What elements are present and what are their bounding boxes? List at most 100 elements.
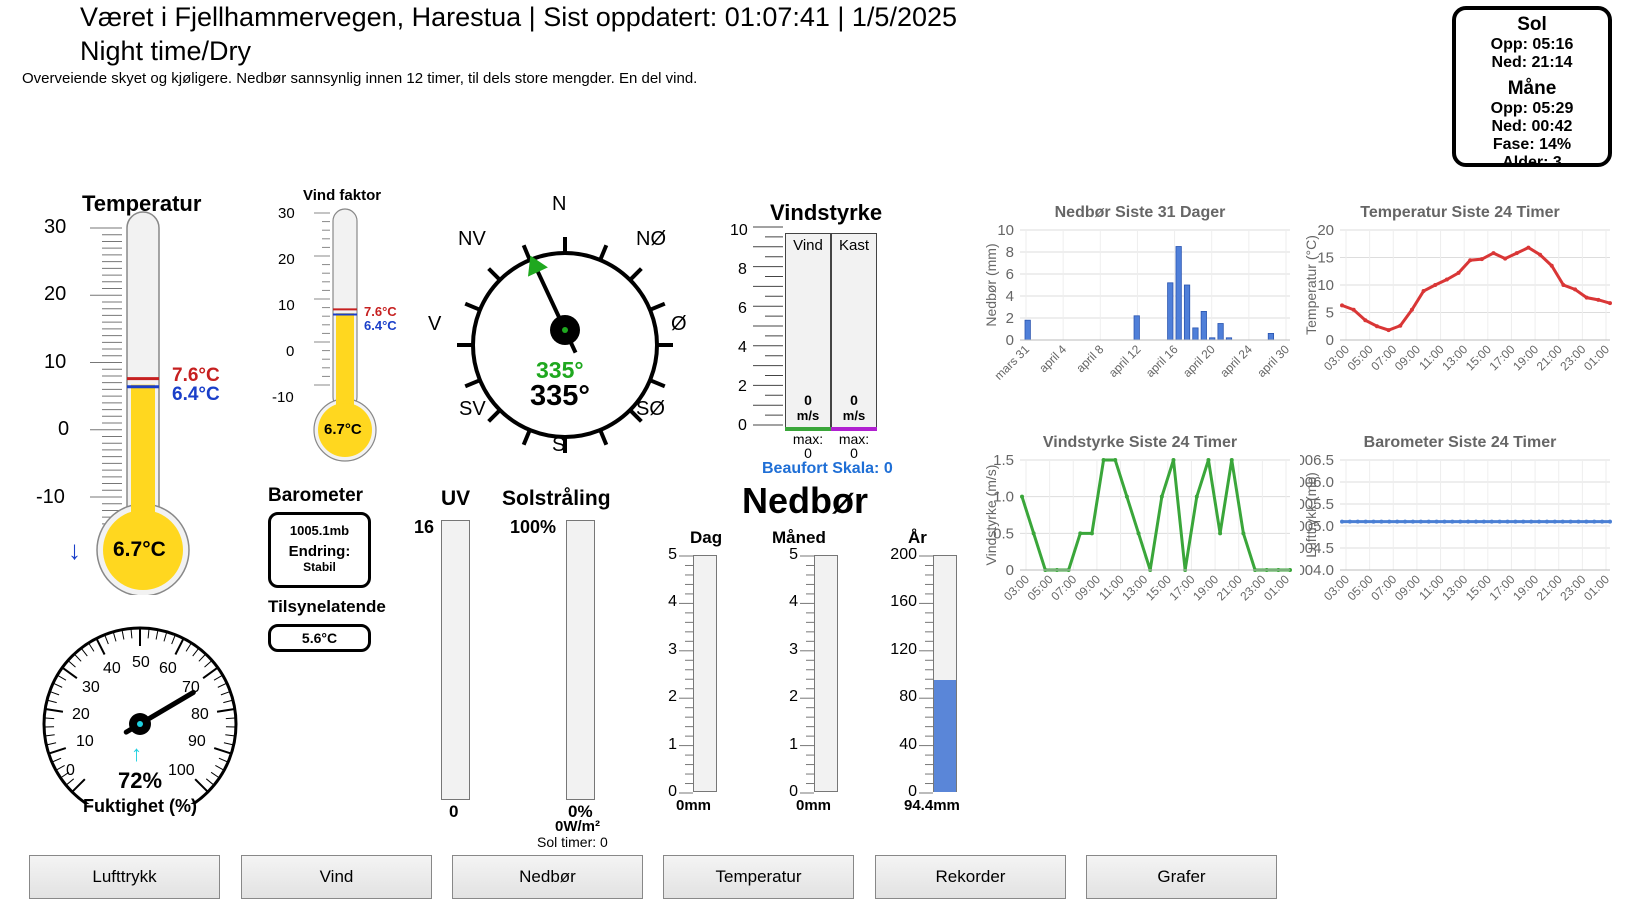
moon-phase: Fase: 14% [1492,136,1572,153]
hum-tick-70: 70 [182,679,200,696]
apparent-title: Tilsynelatende [268,597,386,616]
temperature-button[interactable]: Temperatur [663,855,854,899]
data-point [1194,494,1199,499]
page-title: Været i Fjellhammervegen, Harestua | Sis… [80,2,958,32]
data-point [1398,323,1403,328]
rain-title: Nedbør [742,480,868,521]
data-point [1421,289,1426,294]
x-tick-label: 23:00 [1237,572,1268,603]
data-point [1418,519,1423,524]
data-point [1363,318,1368,323]
rain-month-tick-5: 5 [789,546,798,563]
y-tick-label: 1006.5 [1300,452,1334,469]
rain-year-label: År [908,528,927,547]
data-point [1481,519,1486,524]
data-point [1403,519,1408,524]
x-tick-label: april 30 [1254,342,1292,380]
rain-year-tick-160: 160 [890,593,917,611]
x-tick-label: 01:00 [1581,572,1612,603]
graphs-button[interactable]: Grafer [1086,855,1277,899]
data-point [1078,531,1083,536]
rain-month-tick-1: 1 [789,735,798,753]
data-point [1474,519,1478,524]
data-point [1537,519,1542,524]
x-tick-label: 13:00 [1439,572,1470,603]
data-point [1442,519,1447,524]
x-tick-label: 07:00 [1368,572,1399,603]
page-subtitle: Night time/Dry [80,36,252,66]
x-tick-label: april 12 [1106,342,1144,380]
barometer-box: 1005.1mb Endring: Stabil [268,512,371,588]
x-tick-label: 21:00 [1214,572,1245,603]
rain-day-scale [679,555,693,794]
uv-max: 16 [414,517,435,537]
gust-value: 0 [850,392,858,408]
compass-e: Ø [671,313,687,335]
wc-tick-10: 10 [278,297,295,314]
data-point [1560,519,1565,524]
data-point [1466,519,1471,524]
x-tick-label: 17:00 [1166,572,1197,603]
gust-max: 0 [850,445,858,461]
data-point [1521,519,1526,524]
bar [1200,311,1207,341]
hum-tick-90: 90 [188,733,206,750]
y-tick-label: 2 [1006,310,1014,327]
x-tick-label: 07:00 [1368,342,1399,373]
arrow-up-icon: ↑ [131,741,142,766]
y-tick-label: 20 [1317,222,1334,239]
temp-tick-0: 0 [58,418,70,440]
hum-tick-60: 60 [159,660,177,677]
wind-button[interactable]: Vind [241,855,432,899]
rain-day-tick-2: 2 [668,688,677,706]
hum-tick-30: 30 [82,679,100,696]
rain-year-tick-120: 120 [890,640,917,658]
data-point [1529,519,1534,524]
rain-month-value: 0mm [796,797,832,814]
barometer-change-label: Endring: [288,543,351,560]
moonrise-time: Opp: 05:29 [1490,100,1574,117]
y-tick-label: 0 [1326,332,1334,349]
y-tick-label: 8 [1006,244,1014,261]
windchill-value: 6.7°C [324,421,362,438]
x-tick-label: 13:00 [1439,342,1470,373]
data-point [1497,519,1502,524]
compass-n: N [552,193,567,215]
uv-title: UV [441,487,471,510]
y-axis-label: Temperatur (°C) [1303,235,1319,335]
forecast-text: Overveiende skyet og kjøligere. Nedbør s… [22,70,698,87]
x-tick-label: 23:00 [1557,572,1588,603]
wc-tick-30: 30 [278,205,295,222]
wind-value: 0 [804,392,812,408]
data-point [1489,519,1494,524]
data-point [1379,519,1384,524]
barometer-title: Barometer [268,485,364,506]
x-tick-label: april 4 [1036,342,1069,375]
data-point [1426,519,1431,524]
data-point [1355,519,1360,524]
data-point [1576,519,1581,524]
data-point [1363,519,1368,524]
hum-tick-10: 10 [76,733,94,750]
data-point [1549,263,1554,268]
x-tick-label: 19:00 [1510,342,1541,373]
uv-bar [441,520,470,800]
data-point [1020,494,1024,499]
x-tick-label: april 8 [1073,342,1106,375]
data-point [1206,458,1211,462]
bar [1183,284,1191,341]
y-tick-label: 10 [1317,277,1334,294]
data-point [1584,519,1589,524]
barometer-24h-chart: 1004.01004.51005.01005.51006.01006.5Luft… [1300,452,1612,603]
rain-month-tick-2: 2 [789,688,798,706]
data-point [1409,307,1414,312]
data-point [1374,324,1379,329]
rain-month-bar [814,555,838,792]
records-button[interactable]: Rekorder [875,855,1066,899]
x-tick-label: 19:00 [1190,572,1221,603]
chart-title-baro: Barometer Siste 24 Timer [1363,434,1557,451]
hum-tick-80: 80 [191,706,209,723]
sun-hours: Sol timer: 0 [537,834,608,850]
pressure-button[interactable]: Lufttrykk [29,855,220,899]
rain-button[interactable]: Nedbør [452,855,643,899]
